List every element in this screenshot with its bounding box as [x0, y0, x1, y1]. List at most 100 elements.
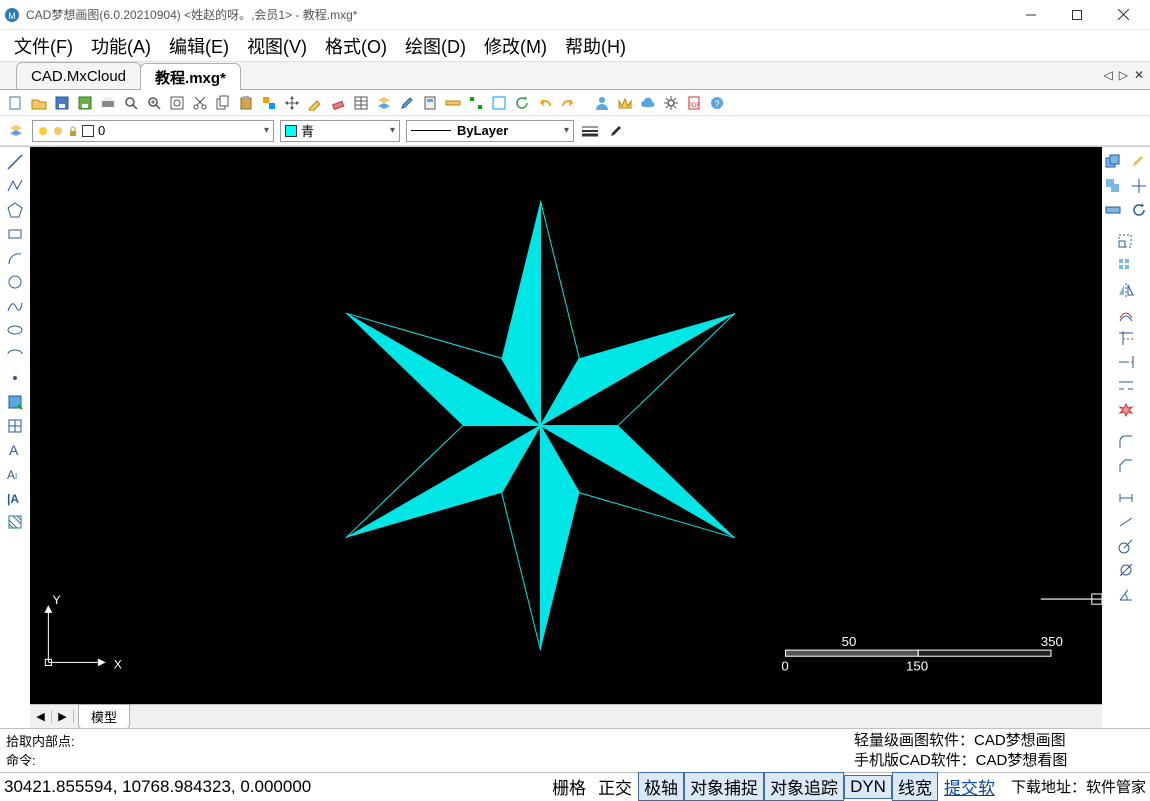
dyn-toggle[interactable]: DYN — [844, 775, 892, 799]
menu-format[interactable]: 格式(O) — [317, 29, 395, 63]
settings-icon[interactable] — [661, 93, 681, 113]
lineweight-toggle[interactable]: 线宽 — [892, 772, 938, 801]
rotate-icon[interactable] — [1127, 199, 1150, 221]
snap-grid-toggle[interactable]: 栅格 — [546, 772, 592, 801]
polar-toggle[interactable]: 极轴 — [638, 772, 684, 801]
brush-icon[interactable] — [397, 93, 417, 113]
submit-link[interactable]: 提交软 — [938, 772, 1001, 801]
vip-icon[interactable] — [615, 93, 635, 113]
menu-modify[interactable]: 修改(M) — [476, 29, 555, 63]
tab-scroll-left-icon[interactable]: ◁ — [1103, 68, 1112, 82]
stretch-icon[interactable] — [1101, 199, 1125, 221]
copy-icon[interactable] — [213, 93, 233, 113]
mtext-icon[interactable]: AI — [3, 463, 27, 485]
login-icon[interactable] — [592, 93, 612, 113]
command-prompt[interactable]: 命令: — [6, 750, 844, 769]
cut-icon[interactable] — [190, 93, 210, 113]
insert-block-icon[interactable] — [3, 391, 27, 413]
line-icon[interactable] — [3, 151, 27, 173]
array-icon[interactable] — [1114, 255, 1138, 277]
preview-icon[interactable] — [121, 93, 141, 113]
layers-icon[interactable] — [374, 93, 394, 113]
menu-help[interactable]: 帮助(H) — [557, 29, 634, 63]
tab-scroll-right-icon[interactable]: ▷ — [1119, 68, 1128, 82]
tab-model[interactable]: 模型 — [78, 704, 130, 729]
copy-entity-icon[interactable] — [1101, 151, 1125, 173]
erase2-icon[interactable] — [1127, 151, 1150, 173]
tab-cloud[interactable]: CAD.MxCloud — [16, 62, 141, 89]
text-icon[interactable]: A — [3, 439, 27, 461]
zoom-all-icon[interactable] — [167, 93, 187, 113]
menu-draw[interactable]: 绘图(D) — [397, 29, 474, 63]
layout-next-icon[interactable]: ▶ — [52, 710, 74, 723]
close-button[interactable] — [1100, 0, 1146, 30]
arc-icon[interactable] — [3, 247, 27, 269]
copy2-icon[interactable] — [1101, 175, 1125, 197]
erase-icon[interactable] — [328, 93, 348, 113]
move-icon[interactable] — [282, 93, 302, 113]
mirror-icon[interactable] — [1114, 279, 1138, 301]
pdf-icon[interactable]: PDF — [684, 93, 704, 113]
new-icon[interactable] — [6, 93, 26, 113]
paint-icon[interactable] — [606, 121, 626, 141]
dim-linear-icon[interactable] — [1114, 487, 1138, 509]
grips-icon[interactable] — [466, 93, 486, 113]
break-icon[interactable] — [1114, 375, 1138, 397]
ellipse-icon[interactable] — [3, 319, 27, 341]
dim-angular-icon[interactable] — [1114, 583, 1138, 605]
block-icon[interactable] — [259, 93, 279, 113]
cloud-icon[interactable] — [638, 93, 658, 113]
ortho-toggle[interactable]: 正交 — [592, 772, 638, 801]
tab-close-icon[interactable]: ✕ — [1134, 68, 1144, 82]
offset-icon[interactable] — [1114, 303, 1138, 325]
rectangle-icon[interactable] — [3, 223, 27, 245]
drawing-canvas[interactable]: Y X 50 350 0 150 — [30, 147, 1102, 704]
zoom-window-icon[interactable] — [144, 93, 164, 113]
make-block-icon[interactable] — [3, 415, 27, 437]
fillet-icon[interactable] — [1114, 431, 1138, 453]
menu-file[interactable]: 文件(F) — [6, 29, 81, 63]
table-icon[interactable] — [351, 93, 371, 113]
clean-icon[interactable] — [489, 93, 509, 113]
polygon-icon[interactable] — [3, 199, 27, 221]
chamfer-icon[interactable] — [1114, 455, 1138, 477]
paste-icon[interactable] — [236, 93, 256, 113]
dim-radius-icon[interactable] — [1114, 535, 1138, 557]
layout-prev-icon[interactable]: ◀ — [30, 710, 52, 723]
circle-icon[interactable] — [3, 271, 27, 293]
trim-icon[interactable] — [1114, 327, 1138, 349]
dim-diameter-icon[interactable] — [1114, 559, 1138, 581]
layer-manager-icon[interactable] — [6, 121, 26, 141]
hatch-icon[interactable] — [3, 511, 27, 533]
print-icon[interactable] — [98, 93, 118, 113]
lineweight-icon[interactable] — [580, 121, 600, 141]
polyline-icon[interactable] — [3, 175, 27, 197]
help-icon[interactable]: ? — [707, 93, 727, 113]
calc-icon[interactable] — [420, 93, 440, 113]
layer-dropdown[interactable]: 0 ▾ — [32, 120, 274, 142]
save-icon[interactable] — [52, 93, 72, 113]
tab-tutorial[interactable]: 教程.mxg* — [140, 63, 241, 90]
sync-icon[interactable] — [512, 93, 532, 113]
download-link[interactable]: 软件管家 — [1086, 776, 1146, 797]
mtext2-icon[interactable]: |A — [3, 487, 27, 509]
explode-icon[interactable] — [1114, 399, 1138, 421]
scale-icon[interactable] — [1114, 231, 1138, 253]
saveas-icon[interactable] — [75, 93, 95, 113]
redo-icon[interactable] — [558, 93, 578, 113]
ellipse-arc-icon[interactable] — [3, 343, 27, 365]
menu-view[interactable]: 视图(V) — [239, 29, 315, 63]
otrack-toggle[interactable]: 对象追踪 — [764, 772, 844, 801]
matchprop-icon[interactable] — [305, 93, 325, 113]
point-icon[interactable] — [3, 367, 27, 389]
color-dropdown[interactable]: 青 ▾ — [280, 120, 400, 142]
extend-icon[interactable] — [1114, 351, 1138, 373]
ruler-icon[interactable] — [443, 93, 463, 113]
move2-icon[interactable] — [1127, 175, 1150, 197]
dim-aligned-icon[interactable] — [1114, 511, 1138, 533]
minimize-button[interactable] — [1008, 0, 1054, 30]
spline-icon[interactable] — [3, 295, 27, 317]
menu-edit[interactable]: 编辑(E) — [161, 29, 237, 63]
undo-icon[interactable] — [535, 93, 555, 113]
osnap-toggle[interactable]: 对象捕捉 — [684, 772, 764, 801]
